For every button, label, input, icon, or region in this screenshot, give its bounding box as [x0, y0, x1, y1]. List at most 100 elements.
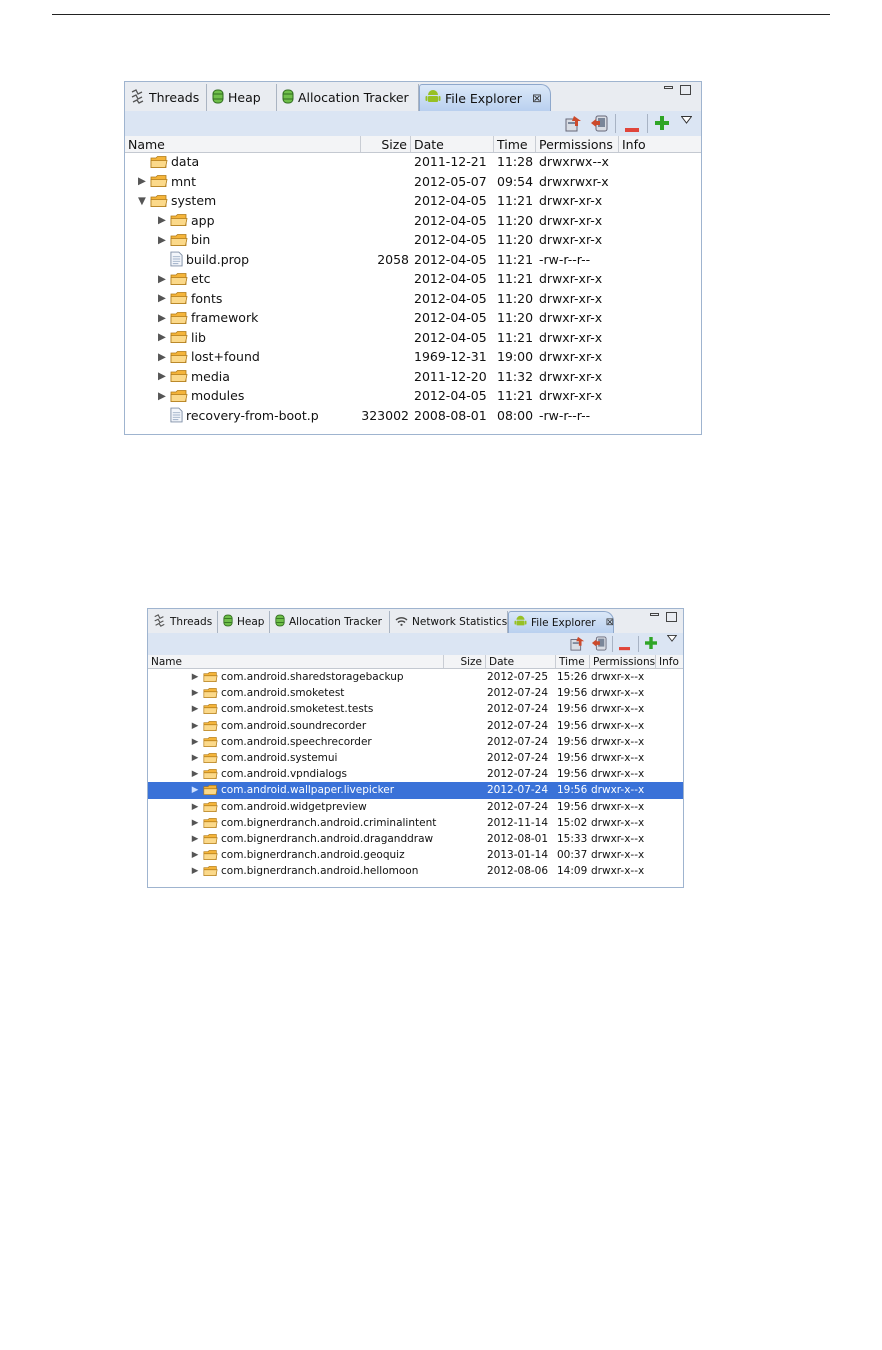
tree-row[interactable]: ▶ mnt 2012-05-07 09:54 drwxrwxr-x — [125, 172, 701, 192]
tab-allocation-tracker[interactable]: Allocation Tracker — [277, 84, 419, 111]
delete-button[interactable] — [619, 642, 630, 654]
tree-row[interactable]: ▶ com.bignerdranch.android.criminalintent… — [148, 815, 683, 831]
collapsed-triangle-icon[interactable]: ▶ — [157, 390, 167, 402]
collapsed-triangle-icon[interactable]: ▶ — [190, 704, 200, 714]
tree-row[interactable]: ▶ com.android.smoketest 2012-07-24 19:56 drw… — [148, 685, 683, 701]
tree-row[interactable]: ▶ bin 2012-04-05 11:20 drwxr-xr-x — [125, 230, 701, 250]
collapsed-triangle-icon[interactable]: ▶ — [190, 850, 200, 860]
collapsed-triangle-icon[interactable]: ▶ — [190, 753, 200, 763]
delete-button[interactable] — [625, 121, 639, 136]
column-header-date[interactable]: Date — [411, 136, 494, 152]
tree-row[interactable]: ▶ framework 2012-04-05 11:20 drwxr-xr-x — [125, 308, 701, 328]
tree-row[interactable]: ▶ etc 2012-04-05 11:21 drwxr-xr-x — [125, 269, 701, 289]
tree-row[interactable]: data 2011-12-21 11:28 drwxrwx--x — [125, 152, 701, 172]
permissions-cell: drwxr-x--x — [591, 671, 645, 684]
collapsed-triangle-icon[interactable]: ▶ — [157, 214, 167, 226]
view-menu-button[interactable] — [680, 112, 693, 127]
tree-row[interactable]: ▶ com.android.sharedstoragebackup 2012-07-… — [148, 669, 683, 685]
collapsed-triangle-icon[interactable]: ▶ — [157, 234, 167, 246]
column-header-time[interactable]: Time — [494, 136, 536, 152]
tab-heap[interactable]: Heap — [218, 611, 270, 633]
tree-row[interactable]: ▶ com.android.wallpaper.livepicker 2012-07… — [148, 782, 683, 799]
file-name: com.android.smoketest.tests — [221, 703, 374, 716]
date-cell: 2012-04-05 — [414, 290, 487, 306]
tab-network-statistics[interactable]: Network Statistics — [390, 611, 508, 633]
minimize-icon[interactable] — [664, 86, 673, 89]
tree-row[interactable]: ▶ com.android.widgetpreview 2012-07-24 19:5… — [148, 799, 683, 815]
tree-row[interactable]: ▼ system 2012-04-05 11:21 drwxr-xr-x — [125, 191, 701, 211]
pull-file-button[interactable] — [565, 115, 583, 135]
column-header-size[interactable]: Size — [444, 655, 486, 668]
tree-row[interactable]: ▶ com.android.smoketest.tests 2012-07-24 19… — [148, 701, 683, 717]
column-header-name[interactable]: Name — [148, 655, 444, 668]
close-icon[interactable]: ⊠ — [532, 91, 542, 105]
push-file-button[interactable] — [591, 636, 607, 654]
collapsed-triangle-icon[interactable]: ▶ — [190, 866, 200, 876]
collapsed-triangle-icon[interactable]: ▶ — [190, 737, 200, 747]
tree-row[interactable]: ▶ lost+found 1969-12-31 19:00 drwxr-xr-x — [125, 347, 701, 367]
column-header-date[interactable]: Date — [486, 655, 556, 668]
collapsed-triangle-icon[interactable]: ▶ — [190, 785, 200, 795]
tab-allocation-tracker[interactable]: Allocation Tracker — [270, 611, 390, 633]
minimize-icon[interactable] — [650, 613, 659, 616]
size-cell — [355, 328, 409, 348]
column-header-size[interactable]: Size — [361, 136, 411, 152]
column-header-time[interactable]: Time — [556, 655, 590, 668]
column-header-permissions[interactable]: Permissions — [590, 655, 656, 668]
view-menu-button[interactable] — [666, 633, 678, 645]
tree-row[interactable]: ▶ lib 2012-04-05 11:21 drwxr-xr-x — [125, 328, 701, 348]
file-toolbar — [148, 633, 683, 656]
permissions-cell: -rw-r--r-- — [539, 407, 591, 423]
pull-file-button[interactable] — [570, 636, 586, 654]
time-cell: 00:37 — [557, 849, 588, 862]
new-folder-button[interactable] — [645, 637, 657, 652]
collapsed-triangle-icon[interactable]: ▶ — [157, 292, 167, 304]
collapsed-triangle-icon[interactable]: ▶ — [190, 721, 200, 731]
tab-threads[interactable]: Threads — [148, 611, 218, 633]
tree-row[interactable]: ▶ modules 2012-04-05 11:21 drwxr-xr-x — [125, 386, 701, 406]
column-header-info[interactable]: Info — [619, 136, 701, 152]
name-cell: ▶ mnt — [137, 172, 196, 192]
collapsed-triangle-icon[interactable]: ▶ — [157, 273, 167, 285]
tree-row[interactable]: recovery-from-boot.p 323002 2008-08-01 08:0… — [125, 406, 701, 426]
tree-row[interactable]: ▶ com.android.systemui 2012-07-24 19:56 drwx… — [148, 750, 683, 766]
column-header-name[interactable]: Name — [125, 136, 361, 152]
tree-row[interactable]: ▶ com.bignerdranch.android.geoquiz 2013-01… — [148, 847, 683, 863]
tree-row[interactable]: build.prop 2058 2012-04-05 11:21 -rw-r--r-- — [125, 250, 701, 270]
expanded-triangle-icon[interactable]: ▼ — [137, 195, 147, 207]
tree-row[interactable]: ▶ com.android.soundrecorder 2012-07-24 19:5… — [148, 718, 683, 734]
tree-row[interactable]: ▶ app 2012-04-05 11:20 drwxr-xr-x — [125, 211, 701, 231]
new-folder-button[interactable] — [655, 116, 669, 133]
collapsed-triangle-icon[interactable]: ▶ — [157, 312, 167, 324]
maximize-icon[interactable] — [666, 612, 677, 622]
tree-row[interactable]: ▶ com.bignerdranch.android.draganddraw 201… — [148, 831, 683, 847]
collapsed-triangle-icon[interactable]: ▶ — [190, 672, 200, 682]
tree-row[interactable]: ▶ com.bignerdranch.android.hellomoon 2012-… — [148, 863, 683, 879]
tab-label: Allocation Tracker — [298, 90, 409, 105]
collapsed-triangle-icon[interactable]: ▶ — [190, 688, 200, 698]
tree-row[interactable]: ▶ media 2011-12-20 11:32 drwxr-xr-x — [125, 367, 701, 387]
collapsed-triangle-icon[interactable]: ▶ — [190, 802, 200, 812]
pull-file-icon — [565, 115, 583, 135]
push-file-icon — [590, 115, 608, 135]
collapsed-triangle-icon[interactable]: ▶ — [137, 175, 147, 187]
maximize-icon[interactable] — [680, 85, 691, 95]
collapsed-triangle-icon[interactable]: ▶ — [190, 818, 200, 828]
collapsed-triangle-icon[interactable]: ▶ — [157, 370, 167, 382]
permissions-cell: drwxr-x--x — [591, 833, 645, 846]
push-file-button[interactable] — [590, 115, 608, 135]
collapsed-triangle-icon[interactable]: ▶ — [157, 351, 167, 363]
tab-threads[interactable]: Threads — [125, 84, 207, 111]
collapsed-triangle-icon[interactable]: ▶ — [157, 331, 167, 343]
column-header-info[interactable]: Info — [656, 655, 683, 668]
collapsed-triangle-icon[interactable]: ▶ — [190, 834, 200, 844]
collapsed-triangle-icon[interactable]: ▶ — [190, 769, 200, 779]
tab-file-explorer[interactable]: File Explorer ⊠ — [419, 84, 551, 111]
tab-file-explorer[interactable]: File Explorer ⊠ — [508, 611, 614, 633]
tree-row[interactable]: ▶ com.android.speechrecorder 2012-07-24 19:… — [148, 734, 683, 750]
tab-heap[interactable]: Heap — [207, 84, 277, 111]
column-header-permissions[interactable]: Permissions — [536, 136, 619, 152]
tree-row[interactable]: ▶ com.android.vpndialogs 2012-07-24 19:56 dr… — [148, 766, 683, 782]
tree-row[interactable]: ▶ fonts 2012-04-05 11:20 drwxr-xr-x — [125, 289, 701, 309]
close-icon[interactable]: ⊠ — [606, 617, 614, 628]
